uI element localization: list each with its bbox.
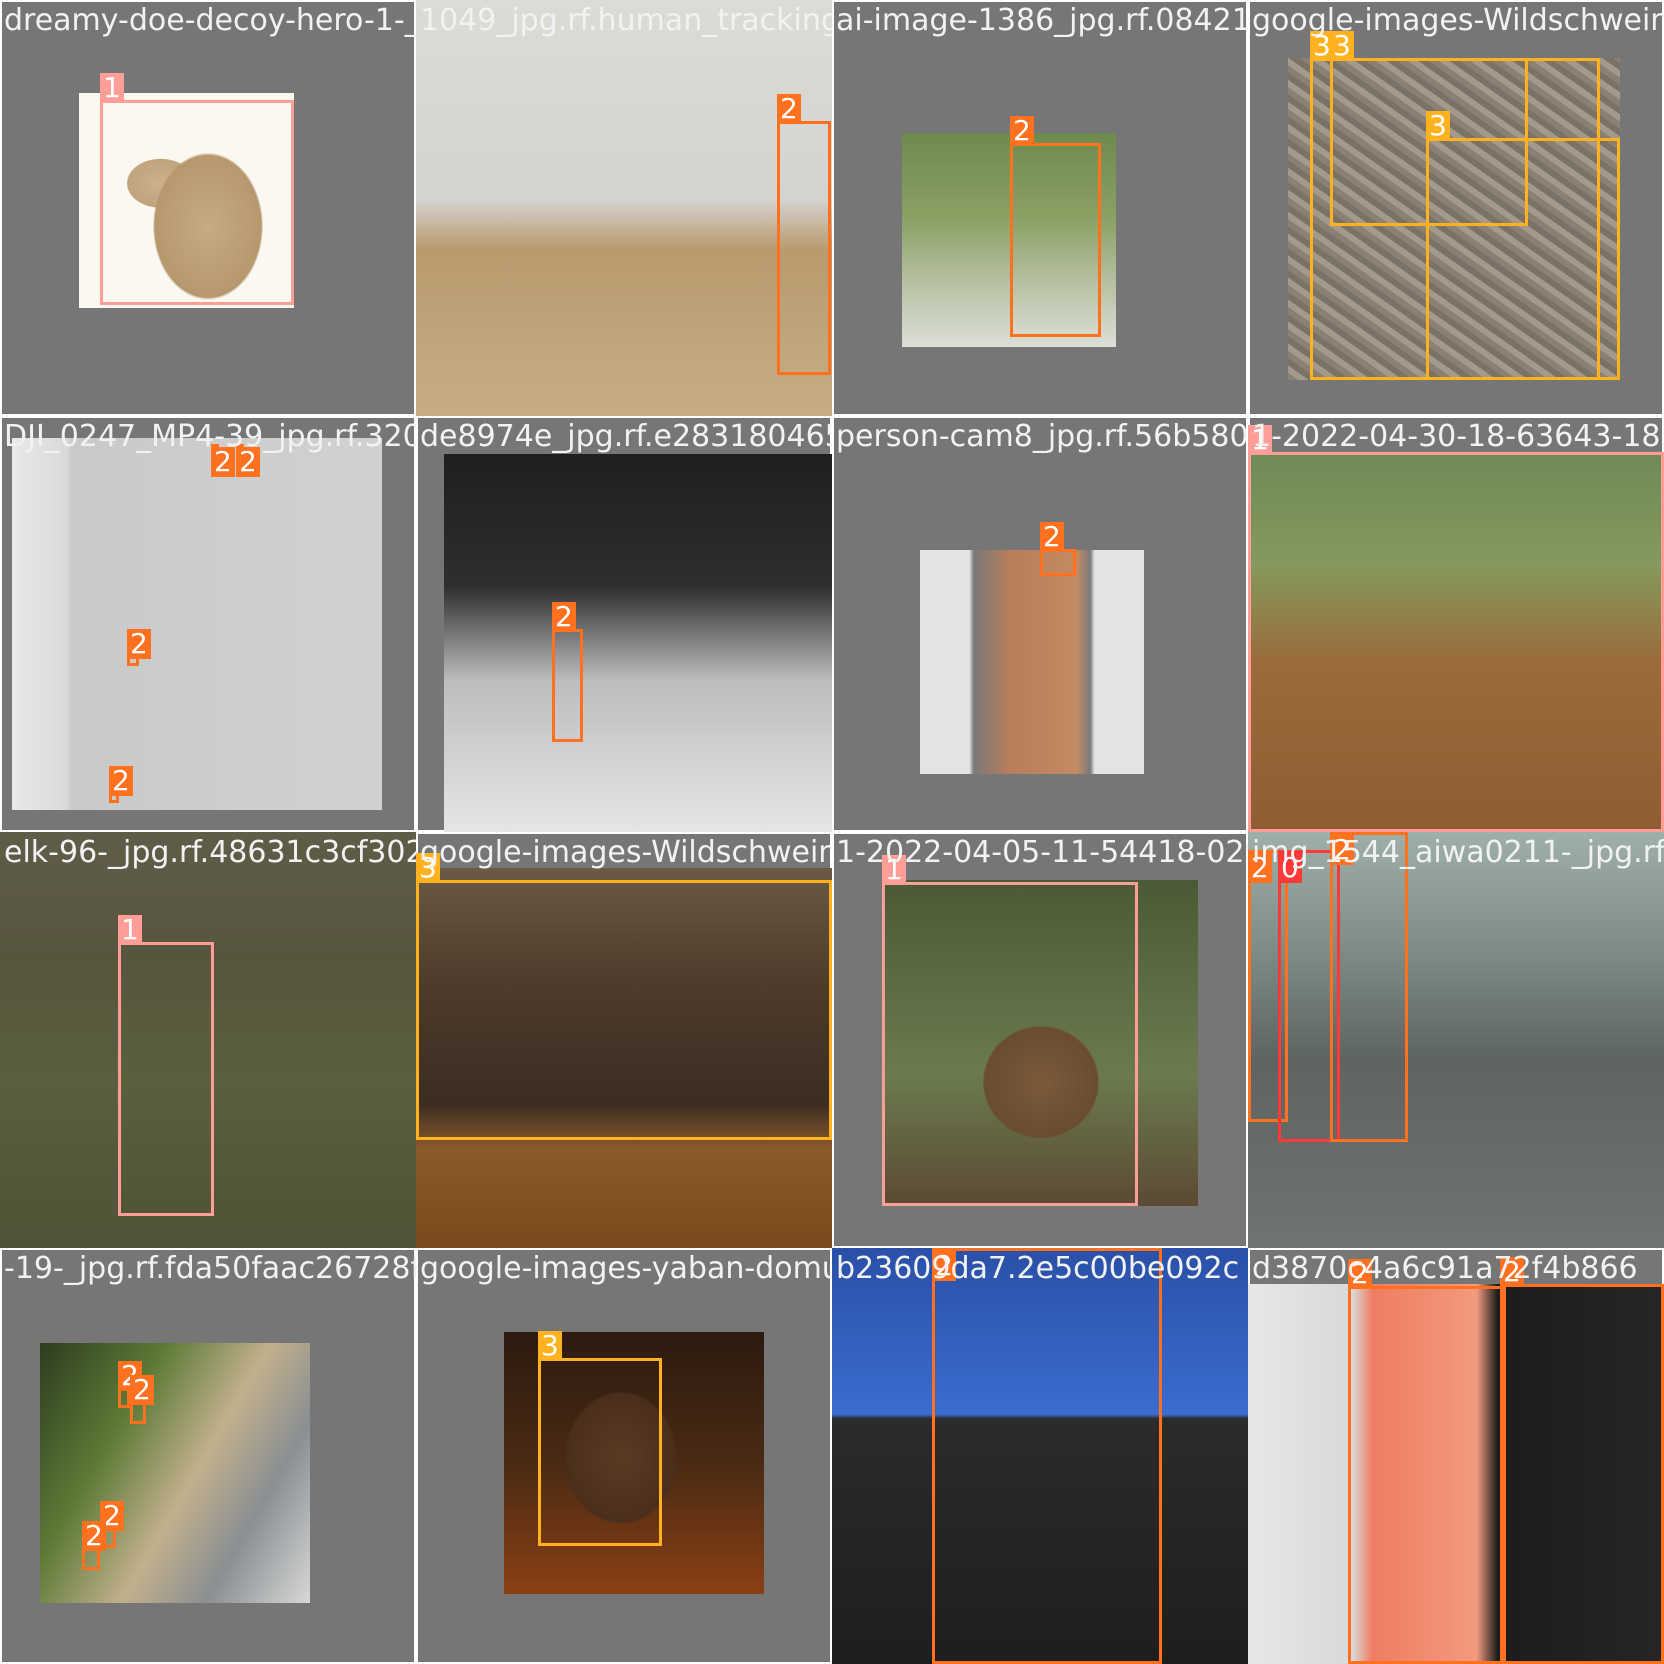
- tile-filename: -19-_jpg.rf.fda50faac26728f7e3c2: [4, 1251, 416, 1286]
- bounding-box: 3: [1426, 111, 1620, 380]
- mosaic-tile: 2 person-cam8_jpg.rf.56b5804: [832, 416, 1248, 832]
- bounding-box: 2: [552, 602, 583, 742]
- bounding-box: 2: [109, 766, 133, 803]
- class-label: 2: [1010, 116, 1034, 146]
- mosaic-tile: 2 1049_jpg.rf.human_tracking_04_aiv-image…: [416, 0, 832, 416]
- mosaic-tile: 2 ai-image-1386_jpg.rf.08421a202f873f0e0e…: [832, 0, 1248, 416]
- mosaic-tile: 2 2 d3870c4a6c91a72f4b866: [1248, 1248, 1664, 1664]
- class-label: 2: [552, 602, 576, 632]
- bounding-box: 2: [777, 94, 831, 375]
- mosaic-tile: 1 dreamy-doe-decoy-hero-1-_png.rf.12f7: [0, 0, 416, 416]
- class-label: 1: [100, 73, 124, 103]
- tile-filename: 1-2022-04-30-18-63643-185_j: [1252, 419, 1664, 454]
- tile-filename: google-images-Wildschwein-: [420, 835, 832, 870]
- class-label: 2: [127, 629, 151, 659]
- tile-filename: b23609da7.2e5c00be092c: [836, 1251, 1240, 1286]
- tile-filename: 1049_jpg.rf.human_tracking_04_aiv-image4…: [420, 3, 832, 38]
- bounding-box: 2: [1348, 1259, 1506, 1664]
- class-label: 2: [777, 94, 801, 124]
- tile-filename: google-images-Wildschwein: [1252, 3, 1664, 38]
- mosaic-tile: 202img_1544_aiwa0211-_jpg.rf.f79: [1248, 832, 1664, 1248]
- class-label: 3: [1426, 111, 1450, 141]
- bounding-box: 2: [82, 1521, 106, 1570]
- bounding-box: 2: [130, 1375, 154, 1424]
- tile-filename: elk-96-_jpg.rf.48631c3cf302: [4, 835, 416, 870]
- bounding-box: 3: [538, 1331, 662, 1546]
- bounding-box: 2: [127, 629, 151, 666]
- class-label: 1: [118, 915, 142, 945]
- bounding-box: 1: [100, 73, 294, 305]
- class-label: 2: [1040, 522, 1064, 552]
- bounding-box: 1: [118, 915, 214, 1216]
- class-label: 2: [82, 1521, 106, 1551]
- class-label: 3: [538, 1331, 562, 1361]
- tile-photo: [444, 454, 832, 832]
- bounding-box: 2: [118, 1361, 142, 1408]
- class-label: 2: [109, 766, 133, 796]
- tile-photo: [12, 438, 382, 810]
- mosaic-tile: 2 2 2 2 DJI_0247_MP4-39_jpg.rf.320: [0, 416, 416, 832]
- tile-filename: DJI_0247_MP4-39_jpg.rf.320: [4, 419, 416, 454]
- mosaic-tile: 3 google-images-Wildschwein-: [416, 832, 832, 1248]
- tile-filename: person-cam8_jpg.rf.56b5804: [836, 419, 1248, 454]
- tile-filename: d3870c4a6c91a72f4b866: [1252, 1251, 1638, 1286]
- tile-photo: [920, 550, 1144, 774]
- mosaic-tile: 2222-19-_jpg.rf.fda50faac26728f7e3c2: [0, 1248, 416, 1664]
- tile-photo: [416, 0, 832, 416]
- bounding-box: 3: [416, 853, 832, 1140]
- bounding-box: 2: [1330, 832, 1408, 1142]
- class-label: 2: [130, 1375, 154, 1405]
- mosaic-tile: 2 de8974e_jpg.rf.e2831804653: [416, 416, 832, 832]
- tile-filename: dreamy-doe-decoy-hero-1-_png.rf.12f7: [4, 3, 416, 38]
- mosaic-tile: 2 b23609da7.2e5c00be092c: [832, 1248, 1248, 1664]
- mosaic-tile: 1 1-2022-04-05-11-54418-029_j: [832, 832, 1248, 1248]
- mosaic-tile: 1 1-2022-04-30-18-63643-185_j: [1248, 416, 1664, 832]
- bounding-box: 1: [882, 855, 1138, 1206]
- bounding-box: 2: [1040, 522, 1076, 576]
- tile-photo: [40, 1343, 310, 1603]
- mosaic-tile: 1 elk-96-_jpg.rf.48631c3cf302: [0, 832, 416, 1248]
- tile-filename: de8974e_jpg.rf.e2831804653: [420, 419, 832, 454]
- tile-filename: google-images-yaban-domuzu: [420, 1251, 832, 1286]
- tile-filename: img_1544_aiwa0211-_jpg.rf.f79: [1252, 835, 1664, 870]
- tile-filename: ai-image-1386_jpg.rf.08421a202f873f0e0ec…: [836, 3, 1248, 38]
- mosaic-tile: 3 google-images-yaban-domuzu: [416, 1248, 832, 1664]
- bounding-box: 2: [932, 1248, 1162, 1664]
- bounding-box: 2: [1010, 116, 1101, 337]
- tile-filename: 1-2022-04-05-11-54418-029_j: [836, 835, 1248, 870]
- bounding-box: 1: [1248, 425, 1664, 832]
- mosaic-tile: 3 3 3 google-images-Wildschwein: [1248, 0, 1664, 416]
- mosaic-grid: 1 dreamy-doe-decoy-hero-1-_png.rf.12f7 2 10…: [0, 0, 1664, 1664]
- bounding-box: 2: [1500, 1257, 1664, 1664]
